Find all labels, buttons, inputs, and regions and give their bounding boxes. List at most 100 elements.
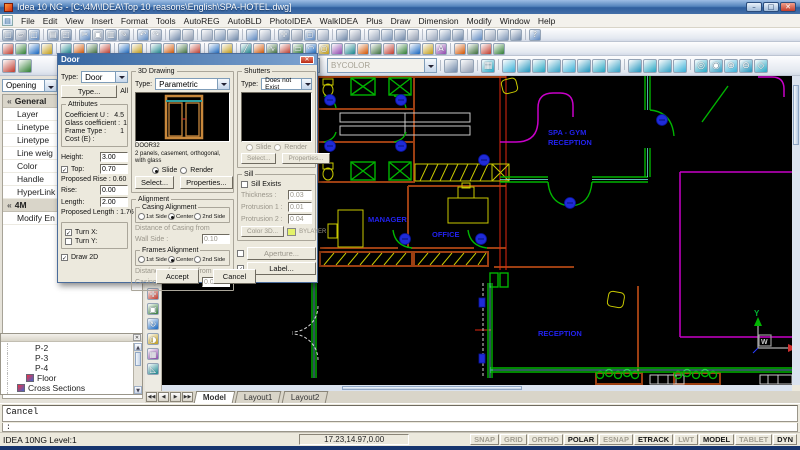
- page-setup-icon[interactable]: [460, 59, 474, 73]
- building-window-icon[interactable]: [15, 43, 27, 55]
- offset-icon[interactable]: ▦: [147, 348, 159, 360]
- open-icon[interactable]: ▱: [15, 29, 27, 41]
- layer-states-icon[interactable]: [452, 29, 464, 41]
- accept-button[interactable]: Accept: [156, 269, 199, 284]
- vertical-scrollbar[interactable]: [792, 76, 800, 385]
- chevron-down-icon[interactable]: [115, 72, 127, 82]
- redo-icon[interactable]: ↷: [150, 29, 162, 41]
- view-sw-iso-icon[interactable]: [592, 59, 606, 73]
- scroll-up-icon[interactable]: ▲: [134, 343, 142, 351]
- properties-icon[interactable]: [336, 29, 348, 41]
- toggle-tablet[interactable]: TABLET: [735, 434, 772, 445]
- tree-item-plan-views[interactable]: +Plan Views: [7, 393, 133, 394]
- model-3d-icon[interactable]: [2, 59, 16, 73]
- pan-icon[interactable]: ✛: [278, 29, 290, 41]
- scroll-thumb[interactable]: [342, 386, 522, 390]
- length-field[interactable]: 2.00: [100, 197, 128, 207]
- block-editor-icon[interactable]: [484, 29, 496, 41]
- toggle-lwt[interactable]: LWT: [674, 434, 698, 445]
- close-button[interactable]: ✕: [780, 2, 796, 12]
- rotate-icon[interactable]: ↻: [147, 318, 159, 330]
- toggle-polar[interactable]: POLAR: [564, 434, 598, 445]
- menu-autobld[interactable]: AutoBLD: [224, 15, 266, 27]
- menu-file[interactable]: File: [17, 15, 39, 27]
- help-icon[interactable]: ?: [529, 29, 541, 41]
- casing-1st-radio[interactable]: [138, 213, 145, 220]
- chevron-down-icon[interactable]: [301, 79, 311, 89]
- frames-2nd-radio[interactable]: [194, 256, 201, 263]
- spline-icon[interactable]: [344, 43, 356, 55]
- type-button[interactable]: Type...: [61, 85, 117, 98]
- tab-nav-first-icon[interactable]: ◀◀: [146, 392, 157, 402]
- paste-icon[interactable]: ▥: [105, 29, 117, 41]
- turn-y-checkbox[interactable]: [65, 238, 72, 245]
- view-bottom-icon[interactable]: [517, 59, 531, 73]
- building-wall-icon[interactable]: [2, 43, 14, 55]
- zoom-previous-icon[interactable]: [317, 29, 329, 41]
- toggle-model[interactable]: MODEL: [699, 434, 734, 445]
- view-top-icon[interactable]: [502, 59, 516, 73]
- tab-model[interactable]: Model: [194, 391, 236, 403]
- tab-layout1[interactable]: Layout1: [235, 391, 282, 403]
- attach-xref-icon[interactable]: [497, 29, 509, 41]
- copy-icon[interactable]: ▣: [147, 303, 159, 315]
- top-field[interactable]: 0.70: [100, 164, 128, 174]
- minimize-button[interactable]: –: [746, 2, 762, 12]
- toggle-dyn[interactable]: DYN: [773, 434, 797, 445]
- format-painter-icon[interactable]: ✎: [118, 29, 130, 41]
- dim-radius-icon[interactable]: [394, 29, 406, 41]
- line-color-picker-icon[interactable]: [227, 29, 239, 41]
- top-checkbox[interactable]: [61, 166, 68, 173]
- trim-cmd-icon[interactable]: [493, 43, 505, 55]
- copy-icon[interactable]: ▣: [92, 29, 104, 41]
- menu-autoreg[interactable]: AutoREG: [180, 15, 224, 27]
- menu-draw[interactable]: Draw: [387, 15, 415, 27]
- tree-item-cross-sections[interactable]: Cross Sections: [7, 383, 133, 393]
- tree-item-p-4[interactable]: P-4: [7, 363, 133, 373]
- insert-hyperlink-icon[interactable]: [169, 29, 181, 41]
- copy-cmd-icon[interactable]: [467, 43, 479, 55]
- undo-icon[interactable]: ↶: [137, 29, 149, 41]
- view-left-icon[interactable]: [532, 59, 546, 73]
- dialog-title-bar[interactable]: Door: [58, 54, 317, 65]
- chevron-down-icon[interactable]: [217, 79, 229, 89]
- casing-2nd-radio[interactable]: [194, 213, 201, 220]
- region-icon[interactable]: [409, 43, 421, 55]
- turn-x-checkbox[interactable]: [65, 229, 72, 236]
- tab-nav-last-icon[interactable]: ▶▶: [182, 392, 193, 402]
- text-icon[interactable]: A: [435, 43, 447, 55]
- dim-linear-icon[interactable]: [368, 29, 380, 41]
- menu-help[interactable]: Help: [534, 15, 559, 27]
- erase-icon[interactable]: ◺: [147, 363, 159, 375]
- properties-button[interactable]: Properties...: [180, 176, 232, 189]
- shutters-type-combo[interactable]: Does not Exist: [261, 78, 312, 90]
- building-opening-icon[interactable]: [41, 43, 53, 55]
- chevron-down-icon[interactable]: [44, 80, 56, 91]
- match-properties-icon[interactable]: [471, 29, 483, 41]
- menu-insert[interactable]: Insert: [88, 15, 117, 27]
- print-icon[interactable]: ▤: [47, 29, 59, 41]
- layer-manager-icon[interactable]: [426, 29, 438, 41]
- redraw-icon[interactable]: [246, 29, 258, 41]
- frames-center-radio[interactable]: [168, 256, 175, 263]
- close-icon[interactable]: [133, 334, 141, 341]
- move-cmd-icon[interactable]: [454, 43, 466, 55]
- scroll-thumb[interactable]: [135, 352, 141, 366]
- toggle-ortho[interactable]: ORTHO: [528, 434, 563, 445]
- measure-icon[interactable]: [214, 29, 226, 41]
- stretch-cmd-icon[interactable]: [480, 43, 492, 55]
- view-front-icon[interactable]: [562, 59, 576, 73]
- properties-selector[interactable]: Opening: [2, 79, 57, 92]
- close-icon[interactable]: [300, 56, 314, 64]
- dim-angular-icon[interactable]: [407, 29, 419, 41]
- pencil-icon[interactable]: [201, 29, 213, 41]
- zoom-in-icon[interactable]: ⊕: [724, 59, 738, 73]
- toggle-etrack[interactable]: ETRACK: [634, 434, 673, 445]
- toggle-esnap[interactable]: ESNAP: [599, 434, 633, 445]
- building-door-icon[interactable]: [28, 43, 40, 55]
- render-radio[interactable]: [180, 167, 187, 174]
- zoom-scale-icon[interactable]: ◉: [709, 59, 723, 73]
- scroll-down-icon[interactable]: ▼: [134, 386, 142, 394]
- sill-exists-checkbox[interactable]: [241, 181, 248, 188]
- menu-plus[interactable]: Plus: [362, 15, 387, 27]
